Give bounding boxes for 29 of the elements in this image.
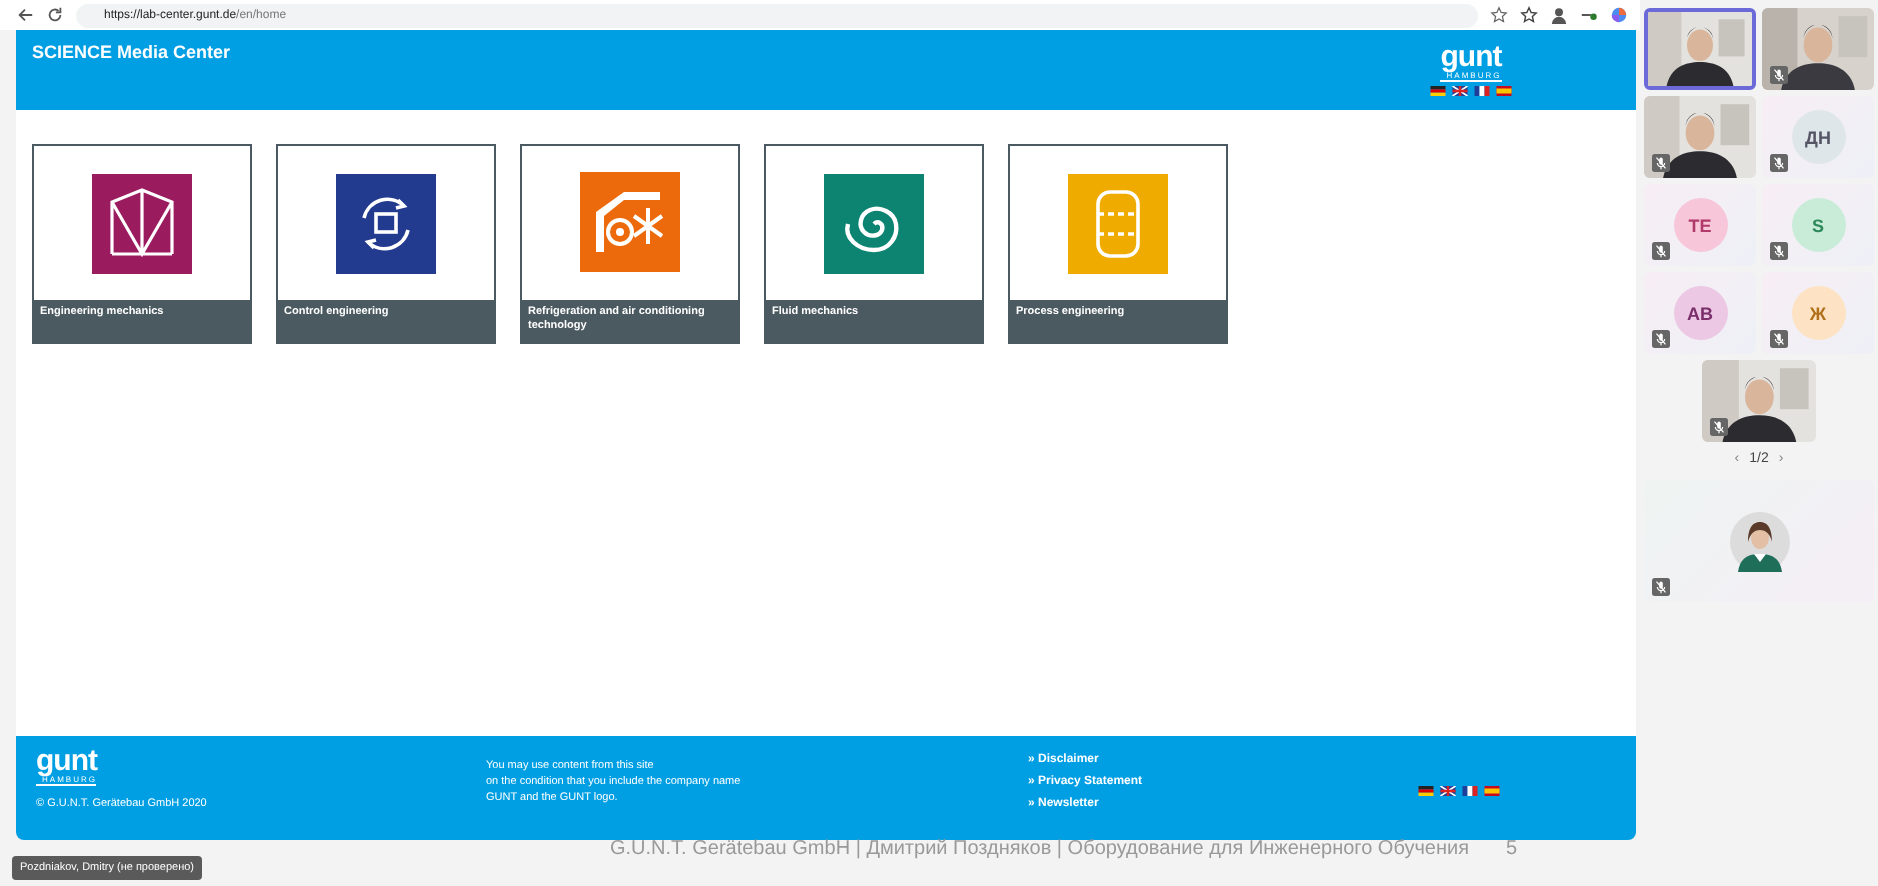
- participant-tile[interactable]: [1701, 360, 1817, 442]
- avatar: AB: [1673, 286, 1727, 340]
- bookmark-icon[interactable]: [1520, 6, 1538, 24]
- flag-icon[interactable]: [1452, 86, 1468, 96]
- flag-icon[interactable]: [1440, 786, 1456, 796]
- share-title: G.U.N.T. Gerätebau GmbH | Дмитрий Поздняков | Оборудование для Инженерного Обучения: [610, 838, 1470, 860]
- participant-tile[interactable]: TE: [1644, 184, 1756, 266]
- avatar: Ж: [1791, 286, 1845, 340]
- participant-tile[interactable]: [1644, 8, 1756, 90]
- flag-icon[interactable]: [1462, 786, 1478, 796]
- site-title[interactable]: SCIENCE Media Center: [32, 42, 231, 62]
- flag-icon[interactable]: [1418, 786, 1434, 796]
- star-icon[interactable]: [1490, 6, 1508, 24]
- profile-icon[interactable]: [1550, 6, 1568, 24]
- participant-tile[interactable]: [1644, 96, 1756, 178]
- participant-tile[interactable]: [1762, 8, 1874, 90]
- reload-icon[interactable]: [46, 6, 64, 24]
- flag-icon[interactable]: [1474, 86, 1490, 96]
- participant-tile[interactable]: AB: [1644, 272, 1756, 354]
- participant-tile[interactable]: S: [1762, 184, 1874, 266]
- participant-tile[interactable]: Ж: [1762, 272, 1874, 354]
- self-tile[interactable]: [1644, 480, 1874, 602]
- share-count: 5: [1506, 838, 1518, 860]
- back-icon[interactable]: [16, 6, 34, 24]
- participant-tile[interactable]: ДН: [1762, 96, 1874, 178]
- flag-icon[interactable]: [1430, 86, 1446, 96]
- avatar: ДН: [1791, 110, 1845, 164]
- avatar: S: [1791, 198, 1845, 252]
- avatar: TE: [1673, 198, 1727, 252]
